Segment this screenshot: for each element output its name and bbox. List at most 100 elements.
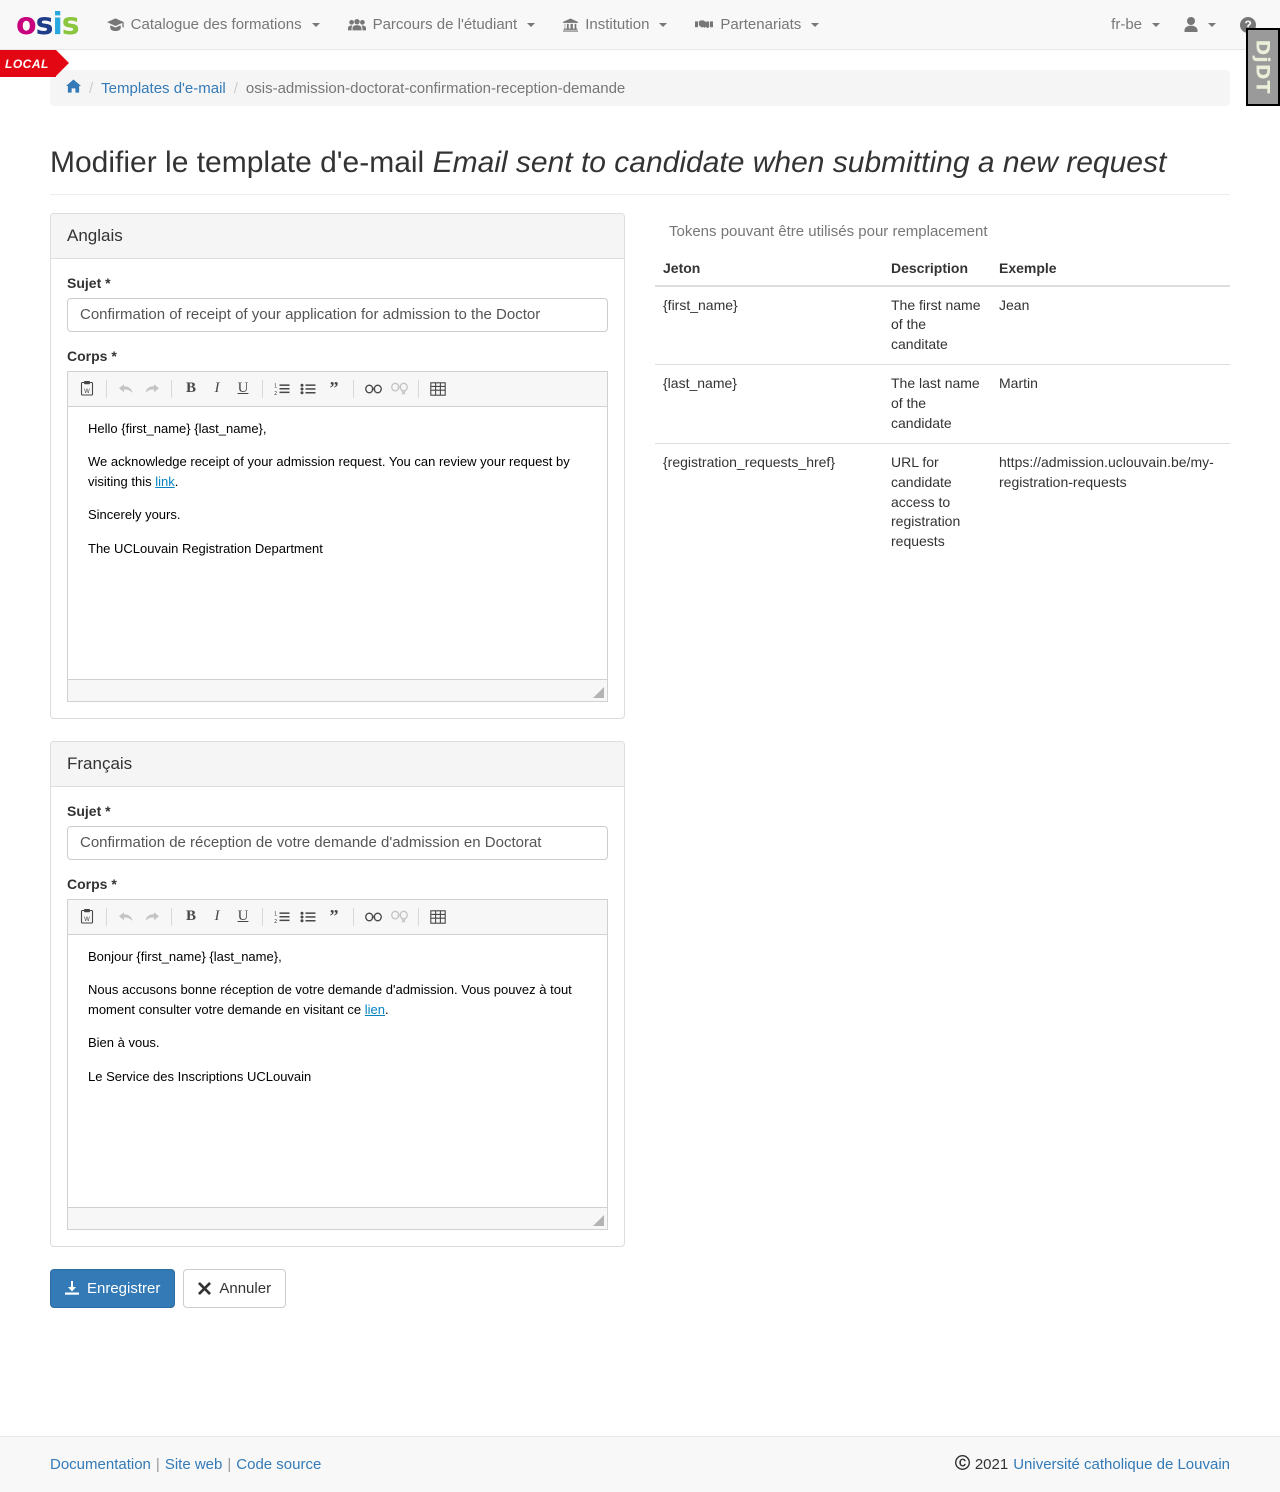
breadcrumb-item-templates[interactable]: Templates d'e-mail [101, 80, 226, 97]
italic-icon[interactable]: I [205, 378, 229, 400]
english-subject-label: Sujet * [67, 274, 111, 291]
french-subject-group: Sujet * [67, 803, 608, 860]
save-button[interactable]: Enregistrer [50, 1268, 176, 1308]
bulleted-list-icon[interactable] [296, 378, 320, 400]
nav-item-institution[interactable]: Institution [549, 0, 681, 50]
cancel-button[interactable]: Annuler [183, 1268, 287, 1308]
table-row: {first_name} The first name of the candi… [655, 286, 1230, 365]
english-editor-content[interactable]: Hello {first_name} {last_name}, We ackno… [68, 406, 607, 679]
osis-logo: osis [16, 6, 80, 42]
english-body-greeting: Hello {first_name} {last_name}, [88, 420, 267, 436]
english-subject-input[interactable] [67, 297, 608, 332]
numbered-list-icon[interactable]: 12 [270, 378, 294, 400]
bold-icon[interactable]: B [179, 378, 203, 400]
panel-french-body: Sujet * Corps * W [51, 787, 624, 1246]
cancel-button-label: Annuler [219, 1279, 272, 1297]
link-icon[interactable] [361, 378, 385, 400]
token-jeton: {first_name} [663, 296, 738, 313]
content-row: Anglais Sujet * Corps * W [50, 212, 1230, 1349]
unlink-icon[interactable] [387, 906, 411, 928]
redo-icon[interactable] [140, 906, 164, 928]
redo-icon[interactable] [140, 378, 164, 400]
tokens-column-description: Description [883, 251, 991, 287]
italic-icon[interactable]: I [205, 906, 229, 928]
brand-logo-link[interactable]: osis [16, 0, 93, 50]
french-subject-input[interactable] [67, 825, 608, 860]
breadcrumb-home-link[interactable] [66, 79, 81, 97]
paste-from-word-icon[interactable]: W [75, 906, 99, 928]
home-icon [66, 79, 81, 97]
table-icon[interactable] [426, 906, 450, 928]
numbered-list-icon[interactable]: 12 [270, 906, 294, 928]
toolbar-separator [262, 379, 263, 398]
chevron-down-icon [811, 22, 820, 27]
page-title-emphasis: Email sent to candidate when submitting … [432, 146, 1167, 179]
blockquote-icon[interactable]: ” [322, 378, 346, 400]
link-icon[interactable] [361, 906, 385, 928]
nav-item-catalogue[interactable]: Catalogue des formations [93, 0, 334, 50]
footer-link-organization[interactable]: Université catholique de Louvain [1013, 1456, 1230, 1473]
french-body-greeting: Bonjour {first_name} {last_name}, [88, 948, 282, 964]
blockquote-icon[interactable]: ” [322, 906, 346, 928]
undo-icon[interactable] [114, 378, 138, 400]
french-body-paragraph: Nous accusons bonne réception de votre d… [88, 980, 587, 1019]
copyright-year: 2021 [974, 1456, 1009, 1473]
nav-item-catalogue-label: Catalogue des formations [130, 16, 302, 33]
chevron-down-icon [1152, 22, 1160, 27]
toolbar-separator [106, 379, 107, 398]
footer-copyright: 2021 Université catholique de Louvain [954, 1455, 1230, 1474]
tokens-table-header-row: Jeton Description Exemple [655, 251, 1230, 287]
unlink-icon[interactable] [387, 378, 411, 400]
toolbar-separator [353, 379, 354, 398]
french-editor-resize-handle[interactable] [593, 1214, 604, 1226]
page-container: / Templates d'e-mail / osis-admission-do… [50, 70, 1230, 1348]
svg-text:2: 2 [274, 918, 277, 923]
svg-text:1: 1 [274, 911, 277, 917]
english-body-label: Corps * [67, 347, 117, 364]
language-selector[interactable]: fr-be [1099, 0, 1172, 50]
english-editor-resize-handle[interactable] [593, 686, 604, 698]
django-debug-toolbar-label: DjDT [1252, 39, 1274, 95]
svg-text:1: 1 [274, 383, 277, 389]
svg-text:2: 2 [274, 390, 277, 395]
user-menu[interactable] [1172, 0, 1228, 50]
footer-link-documentation[interactable]: Documentation [50, 1456, 151, 1473]
paste-from-word-icon[interactable]: W [75, 378, 99, 400]
chevron-down-icon [659, 22, 668, 27]
french-editor-content[interactable]: Bonjour {first_name} {last_name}, Nous a… [68, 934, 607, 1207]
bold-icon[interactable]: B [179, 906, 203, 928]
english-editor-footer [68, 678, 607, 701]
bank-icon [563, 17, 579, 32]
underline-icon[interactable]: U [231, 906, 255, 928]
tokens-column-exemple: Exemple [991, 251, 1230, 287]
underline-icon[interactable]: U [231, 378, 255, 400]
footer-link-code-source[interactable]: Code source [236, 1456, 321, 1473]
toolbar-separator [262, 907, 263, 926]
django-debug-toolbar-tab[interactable]: DjDT [1246, 28, 1280, 106]
table-icon[interactable] [426, 378, 450, 400]
bulleted-list-icon[interactable] [296, 906, 320, 928]
french-body-signature: Le Service des Inscriptions UCLouvain [88, 1068, 312, 1084]
english-editor-toolbar: W B I U 1 2 ” [68, 371, 607, 407]
tokens-column: Tokens pouvant être utilisés pour rempla… [640, 213, 1230, 562]
english-body-link[interactable]: link [155, 474, 175, 489]
nav-item-parcours[interactable]: Parcours de l'étudiant [334, 0, 550, 50]
nav-item-parcours-label: Parcours de l'étudiant [372, 16, 518, 33]
toolbar-separator [171, 907, 172, 926]
handshake-icon [695, 18, 714, 31]
environment-ribbon-label: LOCAL [5, 56, 49, 71]
token-exemple: Jean [999, 296, 1030, 313]
undo-icon[interactable] [114, 906, 138, 928]
english-body-closing: Sincerely yours. [88, 507, 181, 522]
token-description: URL for candidate access to registration… [883, 442, 991, 562]
french-body-group: Corps * W B I U 1 2 ” Bonjour {first_nam… [67, 876, 608, 1230]
english-body-signature: The UCLouvain Registration Department [88, 540, 323, 556]
toolbar-separator [418, 379, 419, 398]
panel-english-body: Sujet * Corps * W [51, 259, 624, 718]
nav-item-partenariats[interactable]: Partenariats [681, 0, 833, 50]
footer-link-site-web[interactable]: Site web [165, 1456, 223, 1473]
toolbar-separator [353, 907, 354, 926]
french-body-link[interactable]: lien [365, 1002, 385, 1017]
footer-separator: | [227, 1456, 232, 1473]
toolbar-separator [106, 907, 107, 926]
